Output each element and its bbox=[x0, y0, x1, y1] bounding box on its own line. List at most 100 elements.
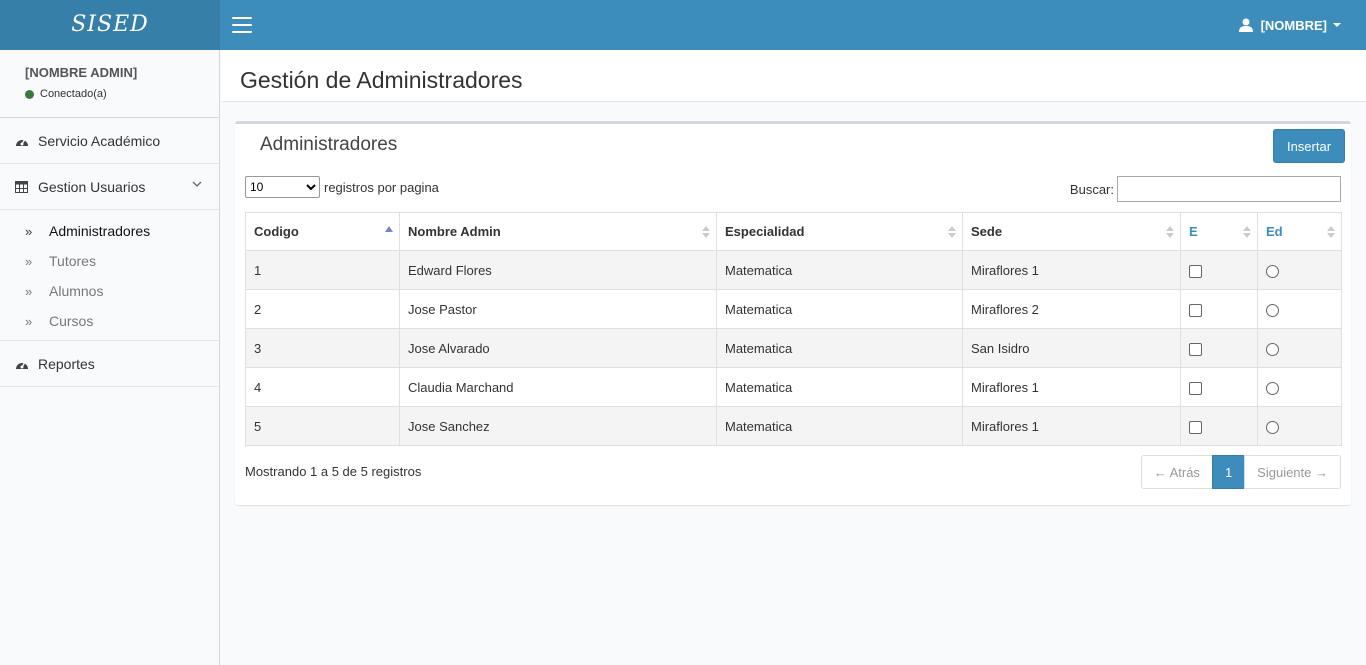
row-checkbox[interactable] bbox=[1189, 342, 1202, 356]
dashboard-icon bbox=[15, 358, 38, 370]
dashboard-icon bbox=[15, 135, 38, 147]
table-row: 2 Jose Pastor Matematica Miraflores 2 bbox=[245, 289, 1342, 329]
column-header-ed[interactable]: Ed bbox=[1257, 212, 1342, 251]
table-icon bbox=[15, 180, 38, 193]
sidebar-item-alumnos[interactable]: » Alumnos bbox=[0, 276, 219, 306]
column-header-codigo[interactable]: Codigo bbox=[245, 212, 400, 251]
cell-codigo: 3 bbox=[245, 328, 400, 368]
chevron-down-icon bbox=[192, 181, 202, 187]
sidebar-item-label: Reportes bbox=[38, 355, 95, 372]
pagination: ← Atrás 1 Siguiente → bbox=[1140, 455, 1341, 489]
sidebar-item-tutores[interactable]: » Tutores bbox=[0, 246, 219, 276]
page-title: Gestión de Administradores bbox=[240, 67, 523, 93]
column-header-nombre-admin[interactable]: Nombre Admin bbox=[399, 212, 717, 251]
cell-nombre: Edward Flores bbox=[399, 250, 717, 290]
sidebar-item-cursos[interactable]: » Cursos bbox=[0, 306, 219, 336]
sidebar-item-label: Tutores bbox=[49, 253, 96, 269]
cell-nombre: Claudia Marchand bbox=[399, 367, 717, 407]
cell-especialidad: Matematica bbox=[716, 328, 963, 368]
insert-button[interactable]: Insertar bbox=[1273, 129, 1345, 163]
sort-asc-icon bbox=[385, 226, 393, 232]
row-radio[interactable] bbox=[1266, 420, 1279, 434]
cell-especialidad: Matematica bbox=[716, 289, 963, 329]
app-logo[interactable]: SISED bbox=[0, 0, 220, 50]
user-menu-label: [NOMBRE] bbox=[1260, 17, 1327, 33]
search-input[interactable] bbox=[1117, 176, 1341, 202]
cell-codigo: 5 bbox=[245, 406, 400, 446]
submenu-gestion-usuarios: » Administradores » Tutores » Alumnos » … bbox=[0, 210, 219, 341]
sidebar: [NOMBRE ADMIN] Conectado(a) Servicio Aca… bbox=[0, 50, 220, 665]
sort-icon bbox=[948, 226, 956, 238]
table-row: 1 Edward Flores Matematica Miraflores 1 bbox=[245, 250, 1342, 290]
row-checkbox[interactable] bbox=[1189, 381, 1202, 395]
sidebar-item-gestion-usuarios[interactable]: Gestion Usuarios bbox=[0, 164, 219, 210]
cell-sede: San Isidro bbox=[962, 328, 1181, 368]
user-status: Conectado(a) bbox=[25, 88, 219, 100]
pagination-next-button[interactable]: Siguiente → bbox=[1244, 455, 1341, 489]
row-radio[interactable] bbox=[1266, 303, 1279, 317]
cell-sede: Miraflores 1 bbox=[962, 406, 1181, 446]
row-radio[interactable] bbox=[1266, 381, 1279, 395]
pagination-prev-button[interactable]: ← Atrás bbox=[1140, 455, 1213, 489]
cell-sede: Miraflores 1 bbox=[962, 250, 1181, 290]
page-length-select[interactable]: 10 25 50 100 bbox=[245, 176, 320, 198]
administradores-box: Administradores Insertar 10 25 50 100 re… bbox=[235, 121, 1351, 505]
cell-nombre: Jose Sanchez bbox=[399, 406, 717, 446]
table-row: 3 Jose Alvarado Matematica San Isidro bbox=[245, 328, 1342, 368]
user-status-label: Conectado(a) bbox=[40, 88, 107, 100]
sidebar-item-label: Alumnos bbox=[49, 283, 104, 299]
sort-icon bbox=[1166, 226, 1174, 238]
pagination-page-button[interactable]: 1 bbox=[1211, 455, 1246, 489]
double-chevron-right-icon: » bbox=[25, 283, 33, 299]
sidebar-item-servicio-academico[interactable]: Servicio Académico bbox=[0, 118, 219, 164]
search-control: Buscar: bbox=[1070, 176, 1341, 202]
table-row: 4 Claudia Marchand Matematica Miraflores… bbox=[245, 367, 1342, 407]
user-icon bbox=[1238, 18, 1253, 32]
sidebar-toggle-icon[interactable] bbox=[232, 17, 252, 33]
sort-icon bbox=[1243, 226, 1251, 238]
table-info: Mostrando 1 a 5 de 5 registros bbox=[245, 464, 422, 479]
column-header-sede[interactable]: Sede bbox=[962, 212, 1181, 251]
sidebar-user-name: [NOMBRE ADMIN] bbox=[25, 65, 138, 80]
cell-especialidad: Matematica bbox=[716, 250, 963, 290]
cell-codigo: 2 bbox=[245, 289, 400, 329]
double-chevron-right-icon: » bbox=[25, 223, 33, 239]
cell-nombre: Jose Pastor bbox=[399, 289, 717, 329]
content-header: Gestión de Administradores bbox=[221, 50, 1366, 102]
caret-down-icon bbox=[1333, 23, 1341, 27]
column-header-especialidad[interactable]: Especialidad bbox=[716, 212, 963, 251]
sort-icon bbox=[1327, 226, 1335, 238]
user-panel: [NOMBRE ADMIN] Conectado(a) bbox=[0, 50, 219, 118]
cell-sede: Miraflores 2 bbox=[962, 289, 1181, 329]
cell-especialidad: Matematica bbox=[716, 406, 963, 446]
top-navbar: [NOMBRE] bbox=[220, 0, 1366, 50]
row-checkbox[interactable] bbox=[1189, 303, 1202, 317]
sidebar-item-label: Administradores bbox=[49, 223, 151, 239]
sidebar-item-administradores[interactable]: » Administradores bbox=[0, 216, 219, 246]
box-title: Administradores bbox=[260, 134, 398, 155]
administradores-table: Codigo Nombre Admin Especialidad Sede E bbox=[245, 212, 1342, 446]
cell-especialidad: Matematica bbox=[716, 367, 963, 407]
sidebar-item-label: Cursos bbox=[49, 313, 94, 329]
sidebar-item-label: Servicio Académico bbox=[38, 132, 161, 149]
double-chevron-right-icon: » bbox=[25, 253, 33, 269]
sort-icon bbox=[702, 226, 710, 238]
sidebar-item-reportes[interactable]: Reportes bbox=[0, 341, 219, 387]
row-radio[interactable] bbox=[1266, 264, 1279, 278]
online-status-icon bbox=[25, 89, 34, 99]
column-header-e[interactable]: E bbox=[1180, 212, 1258, 251]
page-length-label: registros por pagina bbox=[324, 179, 439, 195]
user-menu[interactable]: [NOMBRE] bbox=[1238, 0, 1341, 50]
row-checkbox[interactable] bbox=[1189, 420, 1202, 434]
double-chevron-right-icon: » bbox=[25, 313, 33, 329]
search-label: Buscar: bbox=[1069, 181, 1114, 197]
sidebar-item-label: Gestion Usuarios bbox=[38, 178, 146, 195]
cell-codigo: 4 bbox=[245, 367, 400, 407]
cell-sede: Miraflores 1 bbox=[962, 367, 1181, 407]
cell-codigo: 1 bbox=[245, 250, 400, 290]
row-radio[interactable] bbox=[1266, 342, 1279, 356]
table-row: 5 Jose Sanchez Matematica Miraflores 1 bbox=[245, 406, 1342, 446]
row-checkbox[interactable] bbox=[1189, 264, 1202, 278]
page-length-control: 10 25 50 100 registros por pagina bbox=[245, 176, 439, 198]
cell-nombre: Jose Alvarado bbox=[399, 328, 717, 368]
